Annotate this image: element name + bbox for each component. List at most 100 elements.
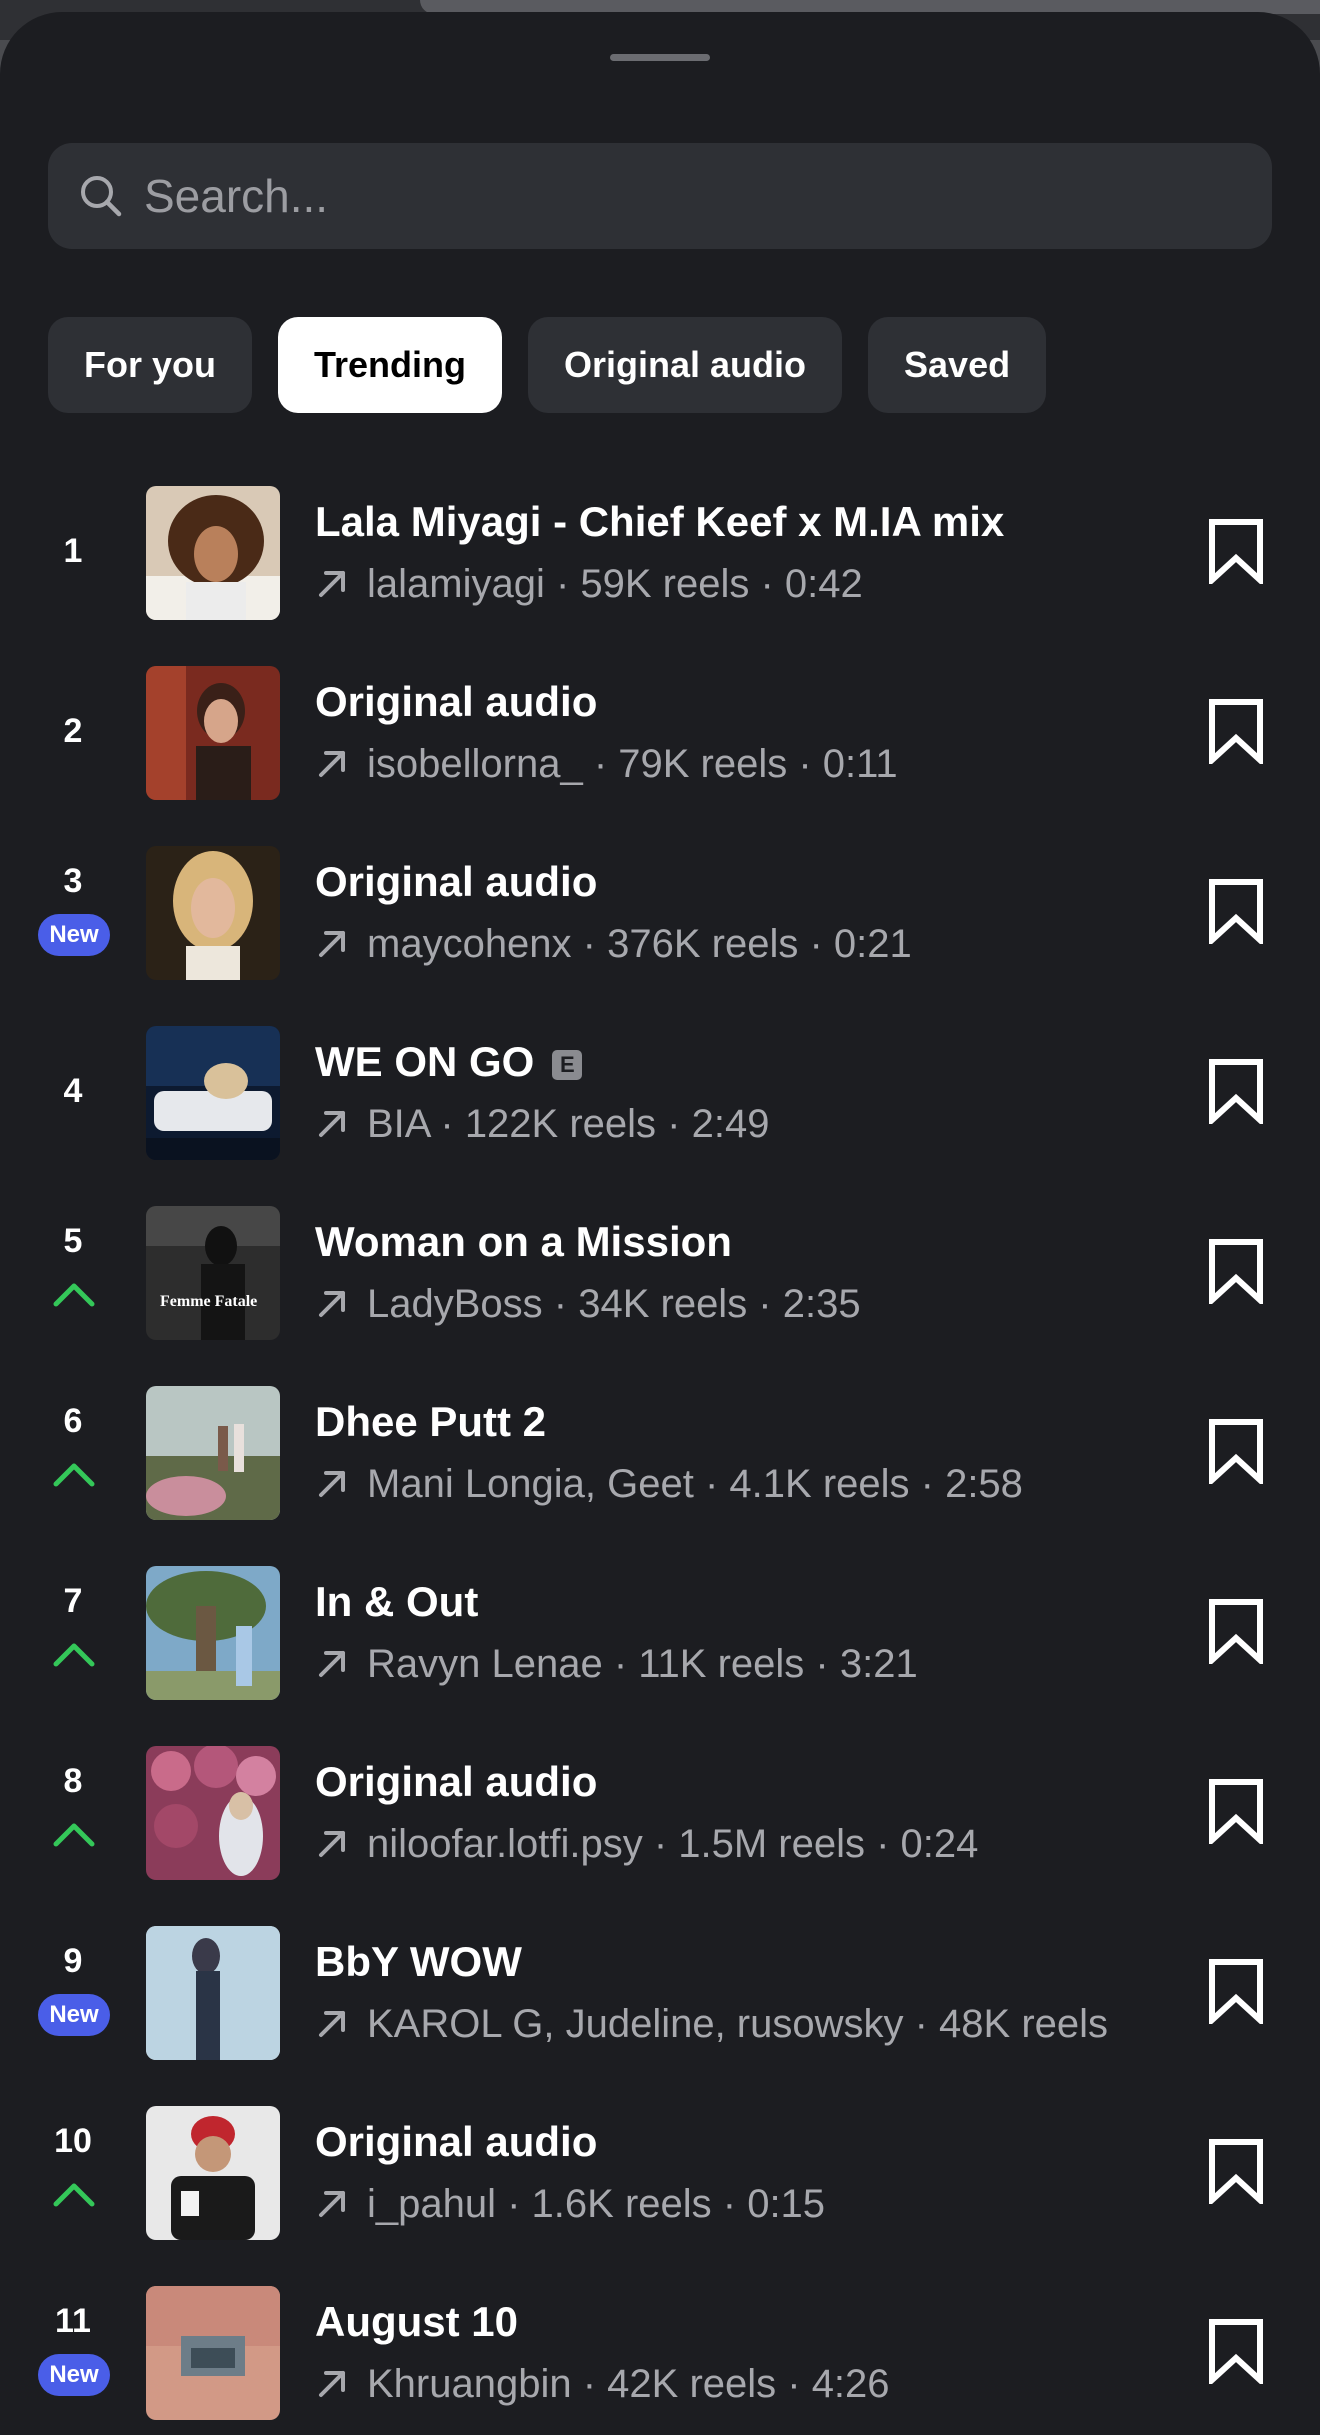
rank-number: 1 (63, 532, 83, 570)
album-art (146, 846, 280, 980)
track-row-7[interactable]: 7 In & Out Ravyn Lenae · 11K reels · 3:2… (0, 1542, 1320, 1722)
album-art-image (146, 2286, 280, 2420)
arrow-up-right-icon (319, 1471, 345, 1497)
track-row-3[interactable]: 3 Original audio maycohenx · 376K reels … (0, 822, 1320, 1002)
rank-number: 2 (63, 712, 83, 750)
album-art-image (146, 486, 280, 620)
sheet-grabber[interactable] (610, 54, 710, 61)
track-meta: isobellorna_ · 79K reels · 0:11 (367, 742, 898, 786)
track-title: WE ON GO E (315, 1038, 583, 1086)
album-art (146, 1746, 280, 1880)
album-art-image: Femme Fatale (146, 1206, 280, 1340)
track-row-4[interactable]: 4 WE ON GO E BIA · 122K reels · 2:49 (0, 1002, 1320, 1182)
track-title: August 10 (315, 2298, 518, 2346)
track-title: In & Out (315, 1578, 478, 1626)
rank-number: 5 (63, 1222, 83, 1260)
track-meta: niloofar.lotfi.psy · 1.5M reels · 0:24 (367, 1822, 979, 1866)
track-title-text: Dhee Putt 2 (315, 1398, 547, 1445)
track-meta: i_pahul · 1.6K reels · 0:15 (367, 2182, 826, 2226)
rank-number: 6 (63, 1402, 83, 1440)
chevron-up-icon (53, 2183, 95, 2207)
track-row-5[interactable]: 5 Femme Fatale Woman on a Mission LadyBo… (0, 1182, 1320, 1362)
track-row-2[interactable]: 2 Original audio isobellorna_ · 79K reel… (0, 642, 1320, 822)
track-subtitle: niloofar.lotfi.psy · 1.5M reels · 0:24 (315, 1822, 1165, 1867)
album-art (146, 1566, 280, 1700)
track-title-text: BbY WOW (315, 1938, 522, 1985)
search-bar[interactable] (48, 143, 1272, 249)
rank-number: 3 (63, 862, 83, 900)
album-art (146, 1386, 280, 1520)
track-meta: Khruangbin · 42K reels · 4:26 (367, 2362, 890, 2406)
rank-number: 9 (63, 1942, 83, 1980)
new-badge: New (38, 2354, 110, 2396)
album-art (146, 1926, 280, 2060)
track-title-text: Original audio (315, 858, 598, 905)
bookmark-icon[interactable] (1206, 1238, 1266, 1304)
track-title-text: WE ON GO (315, 1038, 535, 1085)
arrow-up-right-icon (319, 2371, 345, 2397)
album-art (146, 2106, 280, 2240)
track-title: Lala Miyagi - Chief Keef x M.IA mix (315, 498, 1004, 546)
bookmark-icon[interactable] (1206, 1778, 1266, 1844)
track-row-1[interactable]: 1 Lala Miyagi - Chief Keef x M.IA mix la… (0, 462, 1320, 642)
arrow-up-right-icon (319, 2191, 345, 2217)
search-input[interactable] (144, 143, 1244, 249)
album-art (146, 486, 280, 620)
bookmark-icon[interactable] (1206, 1058, 1266, 1124)
track-row-9[interactable]: 9 BbY WOW KAROL G, Judeline, rusowsky · … (0, 1902, 1320, 2082)
arrow-up-right-icon (319, 2011, 345, 2037)
track-meta: maycohenx · 376K reels · 0:21 (367, 922, 912, 966)
track-subtitle: maycohenx · 376K reels · 0:21 (315, 922, 1165, 967)
track-title: Woman on a Mission (315, 1218, 732, 1266)
arrow-up-right-icon (319, 1831, 345, 1857)
bookmark-icon[interactable] (1206, 1418, 1266, 1484)
track-row-11[interactable]: 11 August 10 Khruangbin · 42K reels · 4:… (0, 2262, 1320, 2435)
album-art (146, 1026, 280, 1160)
bookmark-icon[interactable] (1206, 2138, 1266, 2204)
tab-for-you[interactable]: For you (48, 317, 252, 413)
track-meta: Mani Longia, Geet · 4.1K reels · 2:58 (367, 1462, 1023, 1506)
track-subtitle: Khruangbin · 42K reels · 4:26 (315, 2362, 1165, 2407)
track-title-text: Original audio (315, 2118, 598, 2165)
bookmark-icon[interactable] (1206, 2318, 1266, 2384)
track-subtitle: lalamiyagi · 59K reels · 0:42 (315, 562, 1165, 607)
track-title: Dhee Putt 2 (315, 1398, 546, 1446)
new-badge: New (38, 1994, 110, 2036)
track-title: Original audio (315, 2118, 597, 2166)
filter-tabs: For you Trending Original audio Saved (48, 317, 1047, 413)
chevron-up-icon (53, 1283, 95, 1307)
bookmark-icon[interactable] (1206, 1958, 1266, 2024)
bookmark-icon[interactable] (1206, 1598, 1266, 1664)
track-subtitle: LadyBoss · 34K reels · 2:35 (315, 1282, 1165, 1327)
bookmark-icon[interactable] (1206, 518, 1266, 584)
track-meta: BIA · 122K reels · 2:49 (367, 1102, 770, 1146)
album-art-image (146, 1926, 280, 2060)
album-art-image (146, 666, 280, 800)
track-subtitle: BIA · 122K reels · 2:49 (315, 1102, 1165, 1147)
tab-original-audio[interactable]: Original audio (528, 317, 843, 413)
track-title-text: Original audio (315, 1758, 598, 1805)
arrow-up-right-icon (319, 1651, 345, 1677)
track-title: Original audio (315, 858, 597, 906)
explicit-badge: E (552, 1050, 583, 1080)
track-meta: Ravyn Lenae · 11K reels · 3:21 (367, 1642, 918, 1686)
track-row-6[interactable]: 6 Dhee Putt 2 Mani Longia, Geet · 4.1K r… (0, 1362, 1320, 1542)
tab-saved[interactable]: Saved (868, 317, 1047, 413)
arrow-up-right-icon (319, 571, 345, 597)
rank-number: 7 (63, 1582, 83, 1620)
track-subtitle: KAROL G, Judeline, rusowsky · 48K reels (315, 2002, 1165, 2047)
track-subtitle: isobellorna_ · 79K reels · 0:11 (315, 742, 1165, 787)
bookmark-icon[interactable] (1206, 878, 1266, 944)
track-meta: LadyBoss · 34K reels · 2:35 (367, 1282, 861, 1326)
track-title: Original audio (315, 1758, 597, 1806)
track-row-10[interactable]: 10 Original audio i_pahul · 1.6K reels ·… (0, 2082, 1320, 2262)
arrow-up-right-icon (319, 1111, 345, 1137)
bookmark-icon[interactable] (1206, 698, 1266, 764)
album-art-image (146, 2106, 280, 2240)
track-title: Original audio (315, 678, 597, 726)
tab-trending[interactable]: Trending (278, 317, 502, 413)
album-art: Femme Fatale (146, 1206, 280, 1340)
track-row-8[interactable]: 8 Original audio niloofar.lotfi.psy · 1.… (0, 1722, 1320, 1902)
track-meta: KAROL G, Judeline, rusowsky · 48K reels (367, 2002, 1109, 2046)
chevron-up-icon (53, 1823, 95, 1847)
